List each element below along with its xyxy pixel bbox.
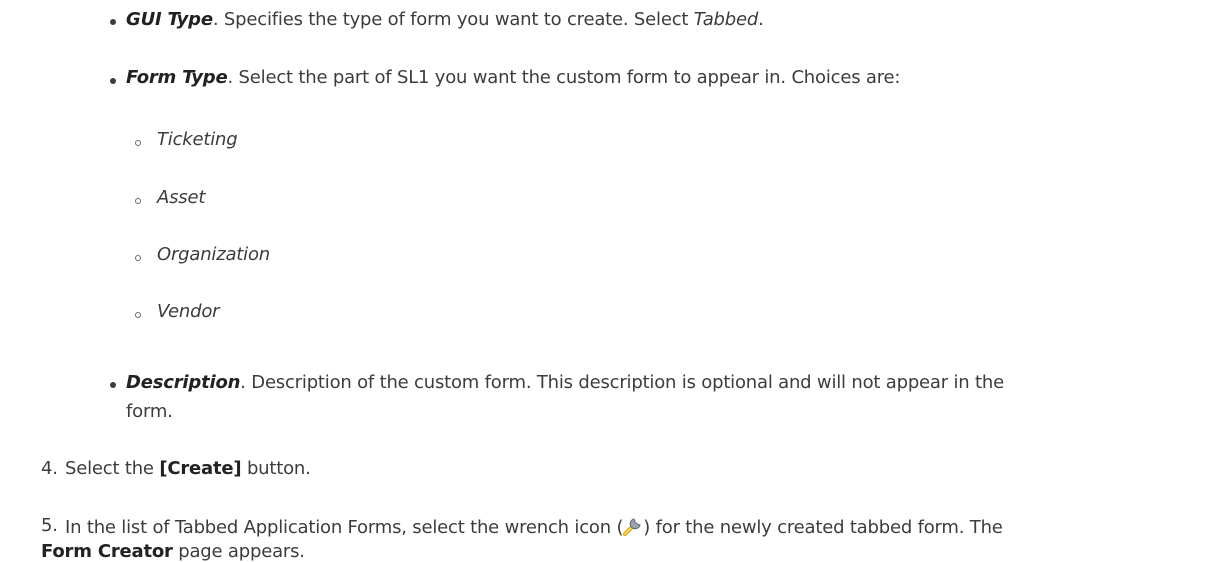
choice-organization: Organization bbox=[157, 244, 270, 265]
step-5-text-end: page appears. bbox=[172, 541, 305, 562]
step-5-text-cont: Form Creator page appears. bbox=[41, 541, 305, 562]
step-5-text-before: In the list of Tabbed Application Forms,… bbox=[65, 517, 624, 538]
step-4-text: Select the [Create] button. bbox=[65, 458, 311, 479]
bullet-description bbox=[110, 382, 116, 388]
description-text: . Description of the custom form. This d… bbox=[240, 372, 1004, 393]
create-button-ref: [Create] bbox=[159, 458, 242, 479]
bullet-gui-type bbox=[110, 19, 116, 25]
step-4-text-after: button. bbox=[241, 458, 311, 479]
step-4-text-before: Select the bbox=[65, 458, 160, 479]
gui-type-value: Tabbed bbox=[693, 9, 759, 30]
circle-bullet-ticketing bbox=[135, 140, 141, 146]
gui-type-end: . bbox=[758, 9, 764, 30]
choice-asset: Asset bbox=[157, 187, 206, 208]
wrench-icon bbox=[623, 515, 643, 537]
bullet-form-type bbox=[110, 78, 116, 84]
form-creator-page-ref: Form Creator bbox=[41, 541, 173, 562]
form-type-term: Form Type bbox=[126, 67, 228, 88]
gui-type-text: . Specifies the type of form you want to… bbox=[212, 9, 694, 30]
form-type-text: . Select the part of SL1 you want the cu… bbox=[227, 67, 901, 88]
description-text-cont: form. bbox=[126, 401, 173, 422]
step-4: 4. bbox=[41, 458, 58, 479]
step-5-text: In the list of Tabbed Application Forms,… bbox=[65, 515, 1003, 538]
circle-bullet-asset bbox=[135, 198, 141, 204]
circle-bullet-organization bbox=[135, 255, 141, 261]
circle-bullet-vendor bbox=[135, 312, 141, 318]
gui-type-term: GUI Type bbox=[126, 9, 213, 30]
step-5-text-after: ) for the newly created tabbed form. The bbox=[643, 517, 1003, 538]
choice-ticketing: Ticketing bbox=[157, 129, 238, 150]
step-5-number: 5. bbox=[41, 515, 58, 536]
choice-vendor: Vendor bbox=[157, 301, 220, 322]
form-type-item: Form Type. Select the part of SL1 you wa… bbox=[126, 67, 900, 88]
step-4-number: 4. bbox=[41, 458, 58, 479]
step-5: 5. bbox=[41, 515, 58, 536]
description-item: Description. Description of the custom f… bbox=[126, 372, 1004, 393]
description-term: Description bbox=[126, 372, 241, 393]
gui-type-item: GUI Type. Specifies the type of form you… bbox=[126, 9, 764, 30]
